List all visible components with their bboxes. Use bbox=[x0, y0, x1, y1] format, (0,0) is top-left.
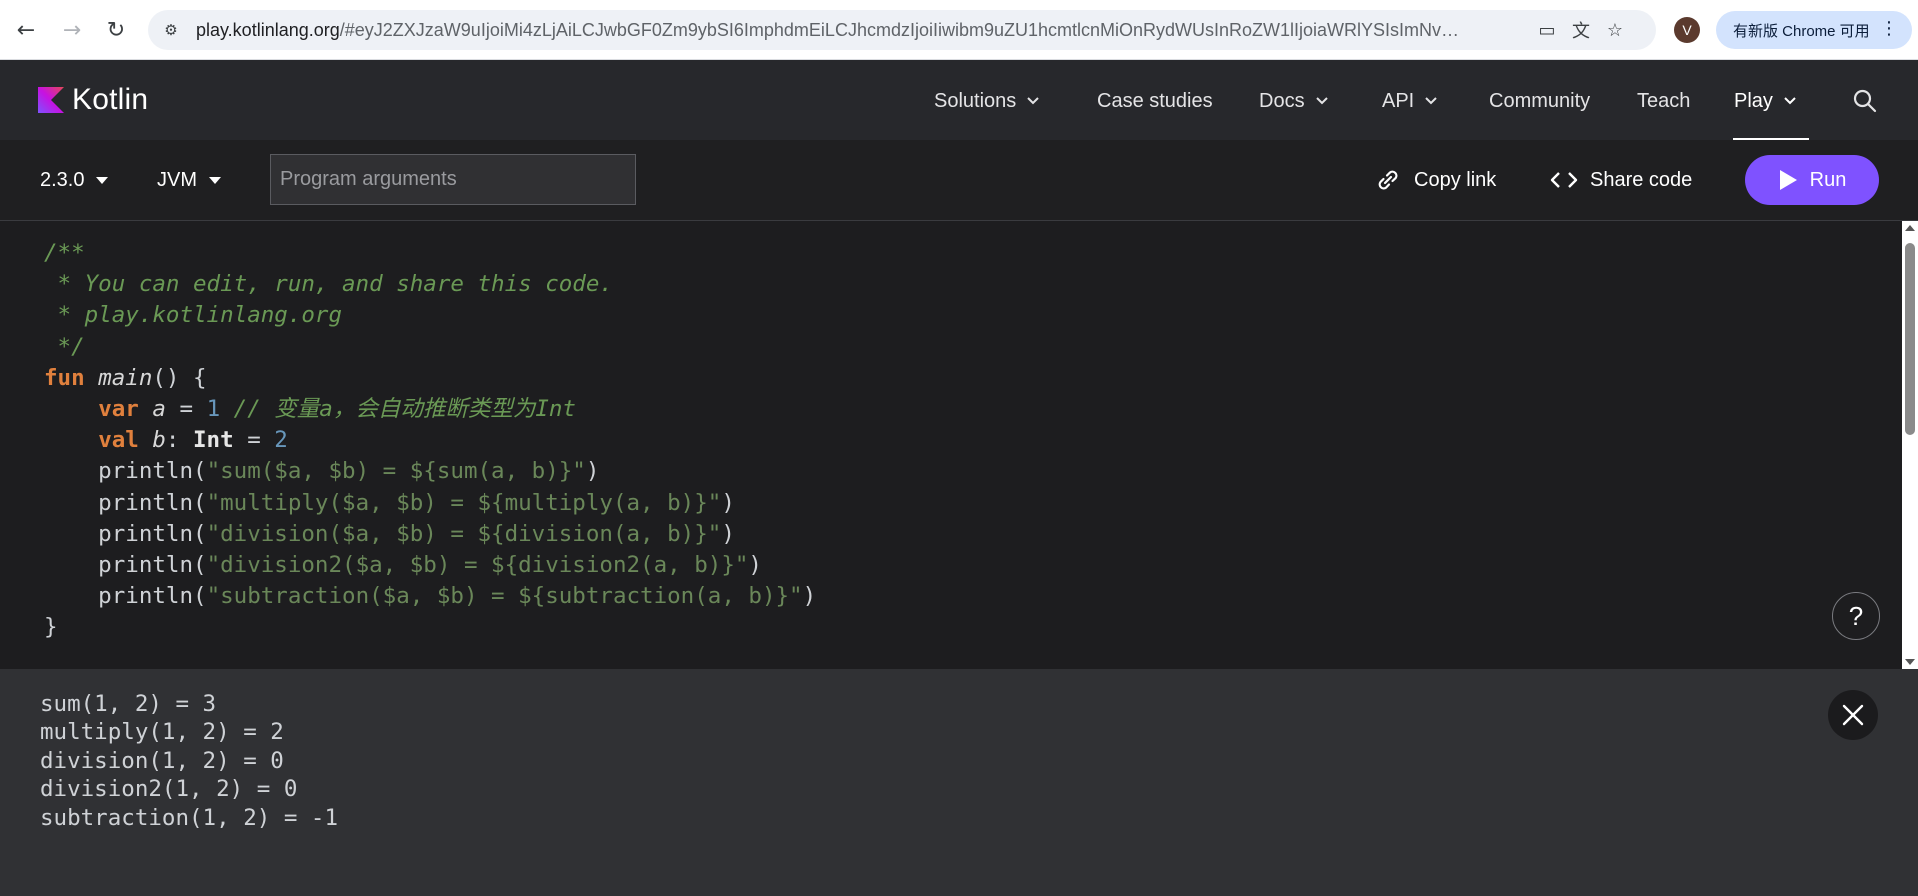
play-icon bbox=[1779, 170, 1797, 190]
nav-case-studies-label: Case studies bbox=[1097, 89, 1213, 112]
output-line: division(1, 2) = 0 bbox=[40, 747, 284, 774]
platform-dropdown[interactable]: JVM bbox=[157, 167, 221, 193]
link-icon bbox=[1378, 170, 1398, 190]
output-line: division2(1, 2) = 0 bbox=[40, 776, 298, 803]
program-arguments-input[interactable] bbox=[270, 154, 636, 205]
caret-down-icon bbox=[209, 176, 221, 184]
code-content[interactable]: /** * You can edit, run, and share this … bbox=[44, 238, 816, 644]
code-line[interactable]: var a = 1 // 变量a，会自动推断类型为Int bbox=[44, 394, 816, 425]
code-line[interactable]: println("multiply($a, $b) = ${multiply(a… bbox=[44, 488, 816, 519]
editor-scrollbar[interactable] bbox=[1902, 221, 1918, 669]
nav-docs[interactable]: Docs bbox=[1259, 88, 1329, 114]
output-line: sum(1, 2) = 3 bbox=[40, 691, 217, 717]
code-line[interactable]: println("division2($a, $b) = ${division2… bbox=[44, 550, 816, 581]
more-menu-icon[interactable]: ⋮ bbox=[1880, 18, 1898, 39]
code-line[interactable]: * You can edit, run, and share this code… bbox=[44, 269, 816, 300]
nav-docs-label: Docs bbox=[1259, 89, 1305, 112]
code-line[interactable]: fun main() { bbox=[44, 363, 816, 394]
code-line[interactable]: /** bbox=[44, 238, 816, 269]
code-line[interactable]: } bbox=[44, 612, 816, 643]
kotlin-logo[interactable]: Kotlin bbox=[38, 82, 148, 118]
output-content: sum(1, 2) = 3 multiply(1, 2) = 2 division(… bbox=[40, 690, 338, 832]
nav-api-label: API bbox=[1382, 89, 1415, 112]
address-bar[interactable]: ⚙ play.kotlinlang.org/#eyJ2ZXJzaW9uIjoiM… bbox=[148, 10, 1656, 50]
code-editor[interactable]: /** * You can edit, run, and share this … bbox=[0, 221, 1918, 669]
help-button[interactable]: ? bbox=[1832, 592, 1880, 640]
output-line: multiply(1, 2) = 2 bbox=[40, 719, 284, 746]
close-output-button[interactable] bbox=[1828, 690, 1878, 740]
copy-link-button[interactable]: Copy link bbox=[1374, 166, 1496, 194]
site-settings-icon[interactable]: ⚙ bbox=[160, 19, 182, 41]
url-path: /#eyJ2ZXJzaW9uIjoiMi4zLjAiLCJwbGF0Zm9ybS… bbox=[339, 20, 1466, 40]
nav-play-label: Play bbox=[1734, 89, 1773, 112]
code-line[interactable]: * play.kotlinlang.org bbox=[44, 300, 816, 331]
forward-icon[interactable]: → bbox=[55, 13, 89, 47]
code-line[interactable]: println("division($a, $b) = ${division(a… bbox=[44, 519, 816, 550]
url-text[interactable]: play.kotlinlang.org/#eyJ2ZXJzaW9uIjoiMi4… bbox=[196, 20, 1466, 42]
nav-api[interactable]: API bbox=[1382, 88, 1438, 114]
chrome-update-button[interactable]: 有新版 Chrome 可用 ⋮ bbox=[1716, 11, 1912, 49]
platform-label: JVM bbox=[157, 168, 197, 191]
chevron-down-icon bbox=[1027, 97, 1039, 105]
code-line[interactable]: println("subtraction($a, $b) = ${subtrac… bbox=[44, 581, 816, 612]
install-app-icon[interactable]: ▭ bbox=[1534, 18, 1560, 42]
nav-teach-label: Teach bbox=[1637, 89, 1691, 112]
reload-icon[interactable]: ↻ bbox=[99, 13, 133, 47]
share-code-label: Share code bbox=[1590, 168, 1693, 191]
code-icon bbox=[1550, 172, 1578, 188]
code-line[interactable]: val b: Int = 2 bbox=[44, 425, 816, 456]
code-line[interactable]: */ bbox=[44, 332, 816, 363]
version-dropdown[interactable]: 2.3.0 bbox=[40, 167, 109, 193]
browser-toolbar: ← → ↻ ⚙ play.kotlinlang.org/#eyJ2ZXJzaW9… bbox=[0, 0, 1918, 60]
run-label: Run bbox=[1809, 168, 1847, 191]
profile-avatar[interactable]: V bbox=[1674, 17, 1700, 43]
code-line[interactable]: println("sum($a, $b) = ${sum(a, b)}") bbox=[44, 456, 816, 487]
nav-case-studies[interactable]: Case studies bbox=[1097, 88, 1213, 114]
caret-down-icon bbox=[96, 176, 109, 184]
playground-toolbar: 2.3.0 JVM Copy link Share code Run bbox=[0, 140, 1918, 221]
version-label: 2.3.0 bbox=[40, 168, 85, 191]
nav-community[interactable]: Community bbox=[1489, 88, 1590, 114]
nav-solutions-label: Solutions bbox=[934, 89, 1017, 112]
logo-text: Kotlin bbox=[72, 83, 149, 116]
bookmark-star-icon[interactable]: ☆ bbox=[1602, 18, 1628, 42]
close-icon bbox=[1842, 704, 1864, 726]
url-host: play.kotlinlang.org bbox=[196, 20, 340, 40]
chrome-update-label: 有新版 Chrome 可用 bbox=[1733, 22, 1870, 40]
kotlin-logo-icon bbox=[38, 87, 64, 113]
chevron-down-icon bbox=[1425, 97, 1437, 105]
output-panel: sum(1, 2) = 3 multiply(1, 2) = 2 division(… bbox=[0, 669, 1918, 896]
copy-link-label: Copy link bbox=[1414, 168, 1497, 191]
chevron-down-icon bbox=[1784, 97, 1796, 105]
translate-icon[interactable]: 文 bbox=[1568, 18, 1594, 42]
scroll-down-icon[interactable] bbox=[1905, 659, 1915, 665]
output-line: subtraction(1, 2) = -1 bbox=[40, 804, 339, 831]
nav-community-label: Community bbox=[1489, 89, 1591, 112]
search-icon[interactable] bbox=[1852, 88, 1878, 114]
nav-solutions[interactable]: Solutions bbox=[934, 88, 1040, 114]
share-code-button[interactable]: Share code bbox=[1550, 166, 1692, 194]
chevron-down-icon bbox=[1315, 97, 1328, 105]
scroll-thumb[interactable] bbox=[1905, 243, 1915, 435]
site-header: Kotlin Solutions Case studies Docs API C… bbox=[0, 60, 1918, 140]
nav-teach[interactable]: Teach bbox=[1637, 88, 1690, 114]
run-button[interactable]: Run bbox=[1745, 155, 1879, 205]
scroll-up-icon[interactable] bbox=[1905, 225, 1915, 231]
back-icon[interactable]: ← bbox=[9, 13, 43, 47]
nav-play[interactable]: Play bbox=[1734, 88, 1797, 114]
